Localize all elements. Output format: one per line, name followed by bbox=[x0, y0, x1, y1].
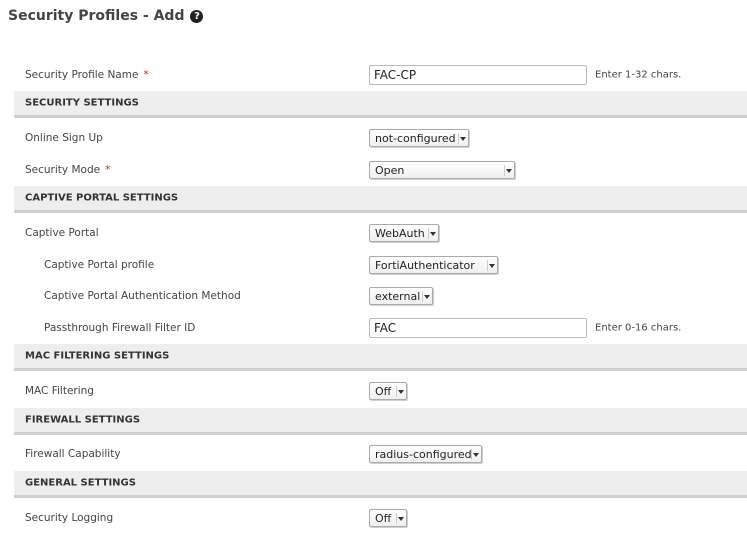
captive-portal-select[interactable]: WebAuth bbox=[369, 224, 439, 242]
required-marker: * bbox=[105, 164, 111, 176]
section-firewall-settings-title: FIREWALL SETTINGS bbox=[25, 414, 141, 426]
section-security-settings: SECURITY SETTINGS bbox=[14, 91, 747, 118]
auth-method-select[interactable]: external bbox=[369, 287, 433, 305]
firewall-capability-value: radius-configured bbox=[375, 447, 472, 461]
online-sign-up-value: not-configured bbox=[375, 131, 456, 145]
required-marker: * bbox=[143, 69, 149, 81]
profile-name-label: Security Profile Name * bbox=[25, 69, 149, 81]
profile-name-label-text: Security Profile Name bbox=[25, 69, 139, 81]
chevron-down-icon bbox=[396, 513, 404, 524]
security-logging-select[interactable]: Off bbox=[369, 509, 407, 527]
auth-method-value: external bbox=[375, 289, 421, 303]
mac-filtering-select[interactable]: Off bbox=[369, 382, 407, 400]
security-mode-select[interactable]: Open bbox=[369, 161, 515, 179]
chevron-down-icon bbox=[504, 165, 512, 176]
passthrough-filter-input[interactable] bbox=[369, 318, 587, 338]
firewall-capability-select[interactable]: radius-configured bbox=[369, 445, 482, 463]
section-captive-portal-settings: CAPTIVE PORTAL SETTINGS bbox=[14, 186, 747, 213]
chevron-down-icon bbox=[458, 133, 466, 144]
auth-method-label: Captive Portal Authentication Method bbox=[44, 290, 241, 302]
profile-name-hint: Enter 1-32 chars. bbox=[595, 69, 682, 81]
security-mode-label: Security Mode * bbox=[25, 164, 110, 176]
chevron-down-icon bbox=[428, 228, 436, 239]
section-mac-filtering-settings-title: MAC FILTERING SETTINGS bbox=[25, 350, 170, 362]
security-mode-value: Open bbox=[375, 163, 405, 177]
profile-name-input[interactable] bbox=[369, 65, 587, 85]
section-firewall-settings: FIREWALL SETTINGS bbox=[14, 408, 747, 435]
security-mode-label-text: Security Mode bbox=[25, 164, 101, 176]
mac-filtering-label: MAC Filtering bbox=[25, 385, 94, 397]
section-mac-filtering-settings: MAC FILTERING SETTINGS bbox=[14, 344, 747, 371]
section-security-settings-title: SECURITY SETTINGS bbox=[25, 97, 139, 109]
chevron-down-icon bbox=[487, 260, 495, 271]
security-logging-value: Off bbox=[375, 511, 392, 525]
passthrough-filter-label: Passthrough Firewall Filter ID bbox=[44, 322, 196, 334]
page-title-text: Security Profiles - Add bbox=[8, 8, 185, 24]
captive-portal-profile-value: FortiAuthenticator bbox=[375, 258, 475, 272]
captive-portal-profile-label: Captive Portal profile bbox=[44, 259, 155, 271]
section-captive-portal-settings-title: CAPTIVE PORTAL SETTINGS bbox=[25, 192, 179, 204]
section-general-settings-title: GENERAL SETTINGS bbox=[25, 477, 136, 489]
chevron-down-icon bbox=[471, 449, 479, 460]
captive-portal-value: WebAuth bbox=[375, 226, 425, 240]
firewall-capability-label: Firewall Capability bbox=[25, 448, 121, 460]
passthrough-filter-hint: Enter 0-16 chars. bbox=[595, 322, 682, 334]
help-icon[interactable]: ? bbox=[190, 9, 204, 23]
online-sign-up-select[interactable]: not-configured bbox=[369, 129, 469, 147]
security-logging-label: Security Logging bbox=[25, 512, 114, 524]
page-title: Security Profiles - Add ? bbox=[8, 8, 204, 24]
captive-portal-profile-select[interactable]: FortiAuthenticator bbox=[369, 256, 498, 274]
section-general-settings: GENERAL SETTINGS bbox=[14, 471, 747, 498]
chevron-down-icon bbox=[422, 291, 430, 302]
online-sign-up-label: Online Sign Up bbox=[25, 132, 103, 144]
captive-portal-label: Captive Portal bbox=[25, 227, 99, 239]
chevron-down-icon bbox=[396, 386, 404, 397]
mac-filtering-value: Off bbox=[375, 384, 392, 398]
